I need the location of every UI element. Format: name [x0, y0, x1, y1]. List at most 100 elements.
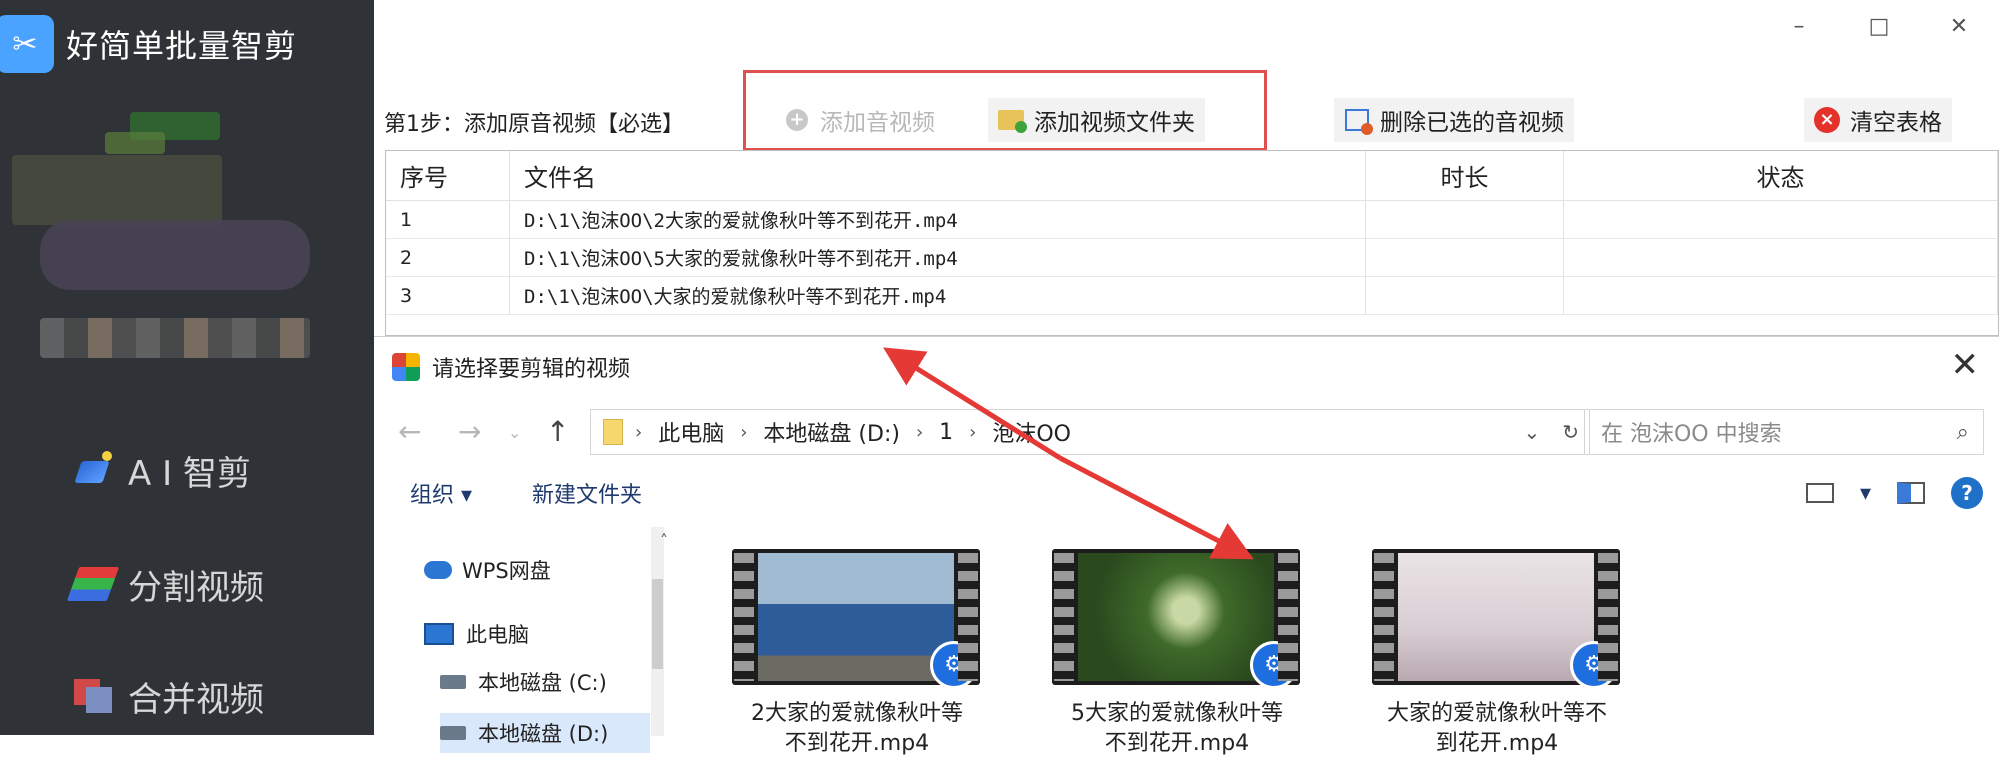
- recent-dropdown-icon[interactable]: ⌄: [508, 423, 521, 442]
- merge-video-icon: [70, 676, 116, 716]
- preview-pane-icon[interactable]: [1897, 482, 1925, 504]
- tree-item-label: WPS网盘: [462, 559, 551, 583]
- column-header-name[interactable]: 文件名: [510, 151, 1366, 200]
- table-row[interactable]: 2 D:\1\泡沫OO\5大家的爱就像秋叶等不到花开.mp4: [386, 239, 1998, 277]
- search-icon: ⌕: [1956, 419, 1969, 445]
- sidebar-item-merge-video[interactable]: 合并视频: [70, 668, 264, 724]
- app-color-icon: [392, 353, 420, 381]
- blurred-region: [40, 318, 310, 358]
- cell-no: 1: [386, 201, 510, 238]
- help-icon[interactable]: ?: [1951, 477, 1983, 509]
- column-header-duration[interactable]: 时长: [1366, 151, 1564, 200]
- search-placeholder: 在 泡沫OO 中搜索: [1601, 422, 1782, 447]
- video-thumbnail: ⚙: [1052, 549, 1300, 689]
- tree-item-this-pc[interactable]: 此电脑: [424, 619, 529, 649]
- sidebar-item-label: 合并视频: [128, 679, 264, 720]
- cell-no: 3: [386, 277, 510, 314]
- table-row[interactable]: 1 D:\1\泡沫OO\2大家的爱就像秋叶等不到花开.mp4: [386, 201, 1998, 239]
- file-name: 5大家的爱就像秋叶等 不到花开.mp4: [1071, 701, 1283, 756]
- minimize-button[interactable]: –: [1759, 8, 1839, 44]
- blurred-region: [40, 220, 310, 290]
- maximize-button[interactable]: □: [1839, 8, 1919, 44]
- tree-item-drive-d[interactable]: 本地磁盘 (D:): [440, 713, 650, 753]
- chevron-down-icon[interactable]: ⌄: [1523, 420, 1540, 444]
- ai-cut-icon: [70, 450, 116, 490]
- close-button[interactable]: ✕: [1919, 8, 1999, 44]
- address-bar[interactable]: › 此电脑 › 本地磁盘 (D:) › 1 › 泡沫OO ⌄ ↻: [590, 409, 1590, 455]
- video-player-badge-icon: ⚙: [1570, 641, 1618, 689]
- breadcrumb-drive-d[interactable]: 本地磁盘 (D:): [763, 416, 900, 448]
- cell-duration: [1366, 239, 1564, 276]
- table-header: 序号 文件名 时长 状态: [386, 151, 1998, 201]
- scrollbar[interactable]: [651, 527, 664, 736]
- cell-name: D:\1\泡沫OO\5大家的爱就像秋叶等不到花开.mp4: [510, 239, 1366, 276]
- dialog-close-button[interactable]: ✕: [1951, 345, 1980, 385]
- file-table: 序号 文件名 时长 状态 1 D:\1\泡沫OO\2大家的爱就像秋叶等不到花开.…: [385, 150, 1999, 336]
- file-dialog: 请选择要剪辑的视频 ✕ ← → ⌄ ↑ › 此电脑 › 本地磁盘 (D:) › …: [374, 336, 1999, 756]
- breadcrumb-folder-current[interactable]: 泡沫OO: [992, 416, 1071, 448]
- cell-no: 2: [386, 239, 510, 276]
- column-header-no[interactable]: 序号: [386, 151, 510, 200]
- file-tile[interactable]: ⚙ 5大家的爱就像秋叶等 不到花开.mp4: [1052, 549, 1302, 759]
- view-mode-icon[interactable]: [1805, 483, 1834, 503]
- step-label: 第1步：添加原音视频【必选】: [384, 112, 684, 137]
- scrollbar-thumb[interactable]: [652, 579, 663, 669]
- breadcrumb-this-pc[interactable]: 此电脑: [658, 416, 724, 448]
- table-row[interactable]: 3 D:\1\泡沫OO\大家的爱就像秋叶等不到花开.mp4: [386, 277, 1998, 315]
- cell-duration: [1366, 277, 1564, 314]
- split-video-icon: [66, 564, 120, 604]
- cell-name: D:\1\泡沫OO\2大家的爱就像秋叶等不到花开.mp4: [510, 201, 1366, 238]
- cell-status: [1564, 239, 1998, 276]
- file-tile[interactable]: ⚙ 2大家的爱就像秋叶等 不到花开.mp4: [732, 549, 982, 759]
- delete-window-icon: [1344, 107, 1373, 135]
- navigation-pane: WPS网盘 此电脑 本地磁盘 (C:) 本地磁盘 (D:) ˄: [374, 527, 668, 753]
- computer-icon: [424, 623, 454, 645]
- clear-table-button[interactable]: × 清空表格: [1804, 98, 1952, 142]
- up-arrow-icon[interactable]: ↑: [546, 415, 569, 448]
- dialog-title: 请选择要剪辑的视频: [432, 357, 631, 382]
- blurred-region: [105, 132, 165, 154]
- annotation-highlight-box: [743, 70, 1267, 151]
- drive-icon: [440, 726, 466, 740]
- refresh-icon[interactable]: ↻: [1562, 420, 1579, 444]
- file-name: 2大家的爱就像秋叶等 不到花开.mp4: [751, 701, 963, 756]
- back-arrow-icon[interactable]: ←: [398, 415, 421, 448]
- organize-menu[interactable]: 组织 ▾: [410, 477, 472, 509]
- folder-icon: [603, 419, 623, 445]
- sidebar-item-label: 分割视频: [128, 567, 264, 608]
- chevron-right-icon: ›: [740, 421, 748, 443]
- cloud-icon: [424, 561, 452, 579]
- video-thumbnail: ⚙: [1372, 549, 1620, 689]
- sidebar-item-ai-cut[interactable]: A I 智剪: [70, 442, 251, 498]
- scroll-up-icon[interactable]: ˄: [660, 531, 668, 550]
- delete-selected-button[interactable]: 删除已选的音视频: [1334, 98, 1574, 142]
- blurred-region: [12, 155, 222, 225]
- tree-item-label: 本地磁盘 (C:): [478, 671, 607, 695]
- forward-arrow-icon[interactable]: →: [458, 415, 481, 448]
- tree-item-wps-drive[interactable]: WPS网盘: [424, 555, 551, 585]
- search-input[interactable]: 在 泡沫OO 中搜索 ⌕: [1584, 409, 1984, 455]
- cell-name: D:\1\泡沫OO\大家的爱就像秋叶等不到花开.mp4: [510, 277, 1366, 314]
- cell-status: [1564, 201, 1998, 238]
- window-controls: – □ ✕: [1759, 8, 1999, 44]
- sidebar-item-label: A I 智剪: [128, 453, 251, 494]
- sidebar-item-split-video[interactable]: 分割视频: [66, 556, 264, 612]
- breadcrumb-folder-1[interactable]: 1: [939, 420, 953, 445]
- view-dropdown-icon[interactable]: ▾: [1860, 481, 1871, 506]
- column-header-status[interactable]: 状态: [1564, 151, 1998, 200]
- sidebar: ✂ 好简单批量智剪 A I 智剪 分割视频 合并视频: [0, 0, 374, 735]
- clear-x-icon: ×: [1814, 107, 1840, 133]
- scissors-logo-icon: ✂: [0, 15, 54, 73]
- navigation-bar: ← → ⌄ ↑ › 此电脑 › 本地磁盘 (D:) › 1 › 泡沫OO ⌄ ↻…: [374, 405, 1999, 457]
- dialog-title-bar: 请选择要剪辑的视频: [392, 351, 630, 383]
- new-folder-button[interactable]: 新建文件夹: [532, 477, 642, 509]
- file-tile[interactable]: ⚙ 大家的爱就像秋叶等不 到花开.mp4: [1372, 549, 1622, 759]
- chevron-right-icon: ›: [915, 421, 924, 443]
- file-name: 大家的爱就像秋叶等不 到花开.mp4: [1386, 701, 1607, 756]
- delete-selected-label: 删除已选的音视频: [1380, 110, 1564, 136]
- clear-table-label: 清空表格: [1850, 110, 1942, 136]
- view-controls: ▾ ?: [1805, 477, 1983, 509]
- cell-duration: [1366, 201, 1564, 238]
- tree-item-drive-c[interactable]: 本地磁盘 (C:): [440, 667, 607, 697]
- tree-item-label: 本地磁盘 (D:): [478, 722, 609, 746]
